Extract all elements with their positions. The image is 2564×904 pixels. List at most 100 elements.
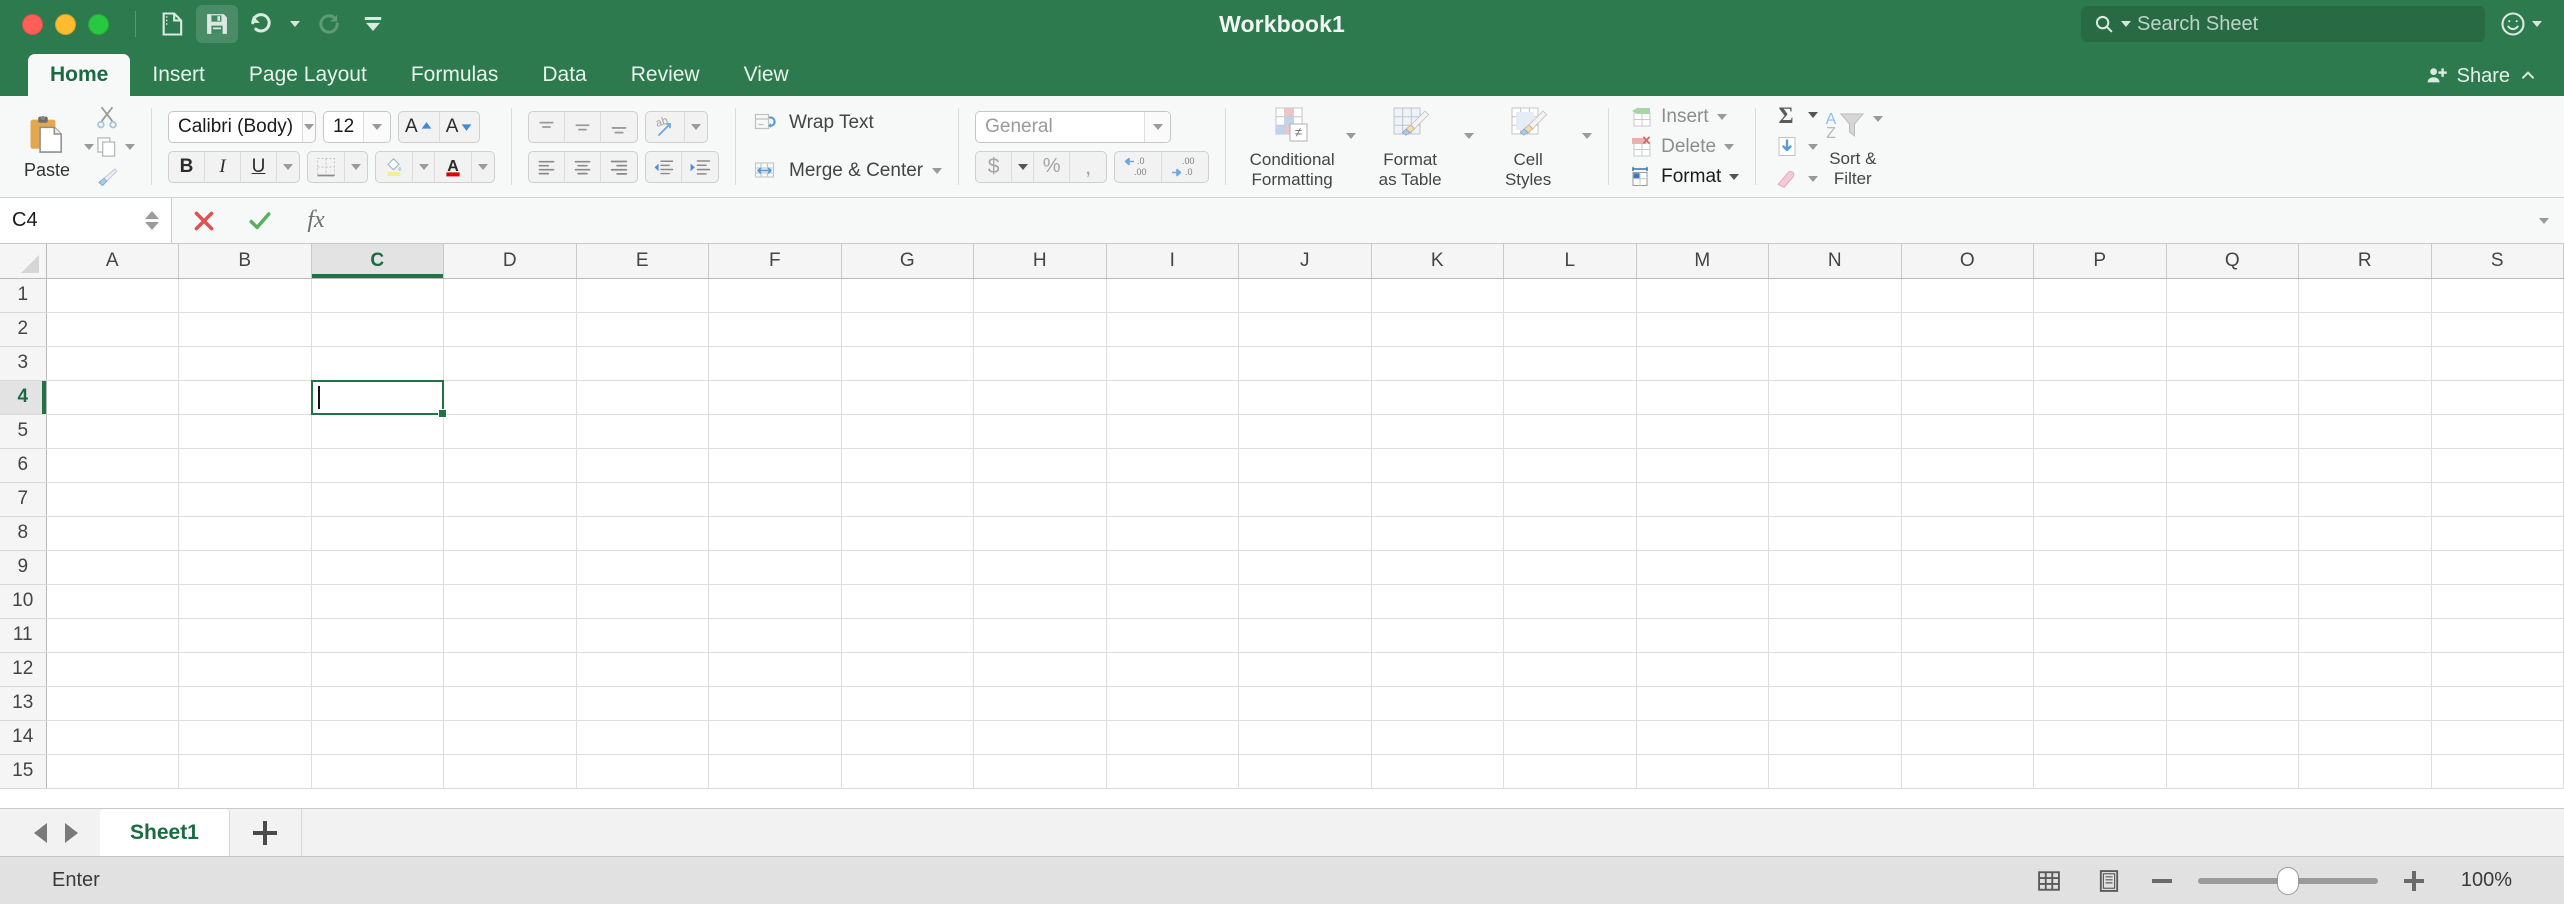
- cell-C15[interactable]: [311, 754, 444, 789]
- cell-N1[interactable]: [1768, 278, 1902, 313]
- cell-E4[interactable]: [576, 380, 709, 415]
- cell-S9[interactable]: [2431, 550, 2564, 585]
- cell-J14[interactable]: [1238, 720, 1372, 755]
- cell-P4[interactable]: [2033, 380, 2167, 415]
- feedback-chevron-down-icon[interactable]: [2532, 21, 2542, 27]
- middle-align-button[interactable]: [565, 111, 601, 142]
- cell-K14[interactable]: [1371, 720, 1504, 755]
- cell-F3[interactable]: [708, 346, 842, 381]
- cell-P1[interactable]: [2033, 278, 2167, 313]
- fill-dropdown-icon[interactable]: [1808, 143, 1819, 150]
- cell-G15[interactable]: [841, 754, 974, 789]
- format-painter-button[interactable]: [94, 164, 135, 190]
- cell-K4[interactable]: [1371, 380, 1504, 415]
- row-header-14[interactable]: 14: [0, 720, 47, 755]
- delete-cells-button[interactable]: Delete: [1625, 133, 1739, 161]
- cell-G11[interactable]: [841, 618, 974, 653]
- cell-I7[interactable]: [1106, 482, 1239, 517]
- cell-F4[interactable]: [708, 380, 842, 415]
- cell-F8[interactable]: [708, 516, 842, 551]
- format-cells-button[interactable]: Format: [1625, 163, 1740, 191]
- cell-R3[interactable]: [2298, 346, 2432, 381]
- spreadsheet-grid[interactable]: ABCDEFGHIJKLMNOPQRS 1 2 3 4 5 6 7 8 9 10 11 12 13 14 1…: [0, 244, 2564, 808]
- format-cells-dropdown-icon[interactable]: [1729, 173, 1740, 180]
- cell-G9[interactable]: [841, 550, 974, 585]
- cell-R14[interactable]: [2298, 720, 2432, 755]
- cell-M10[interactable]: [1636, 584, 1769, 619]
- cell-M1[interactable]: [1636, 278, 1769, 313]
- cell-Q14[interactable]: [2166, 720, 2299, 755]
- column-header-o[interactable]: O: [1901, 244, 2034, 279]
- cell-R7[interactable]: [2298, 482, 2432, 517]
- sort-filter-button[interactable]: A Z Sort & Filter: [1822, 105, 1884, 188]
- cell-F2[interactable]: [708, 312, 842, 347]
- top-align-button[interactable]: [529, 111, 565, 142]
- cell-N4[interactable]: [1768, 380, 1902, 415]
- font-size-input[interactable]: 12: [323, 110, 391, 143]
- cell-P13[interactable]: [2033, 686, 2167, 721]
- cell-P10[interactable]: [2033, 584, 2167, 619]
- tab-home[interactable]: Home: [28, 54, 131, 96]
- cell-C6[interactable]: [311, 448, 444, 483]
- orientation-button[interactable]: ab: [646, 111, 685, 142]
- cell-L3[interactable]: [1503, 346, 1637, 381]
- cell-S1[interactable]: [2431, 278, 2564, 313]
- cell-B14[interactable]: [178, 720, 312, 755]
- cell-O13[interactable]: [1901, 686, 2034, 721]
- cell-J6[interactable]: [1238, 448, 1372, 483]
- cell-H1[interactable]: [973, 278, 1107, 313]
- cell-M11[interactable]: [1636, 618, 1769, 653]
- tab-data[interactable]: Data: [520, 54, 608, 96]
- cell-C11[interactable]: [311, 618, 444, 653]
- cell-E11[interactable]: [576, 618, 709, 653]
- chevron-up-icon[interactable]: [145, 211, 159, 219]
- conditional-formatting-dropdown-icon[interactable]: [1346, 132, 1357, 139]
- cell-O12[interactable]: [1901, 652, 2034, 687]
- cell-S5[interactable]: [2431, 414, 2564, 449]
- percent-format-button[interactable]: %: [1034, 151, 1071, 182]
- cell-N12[interactable]: [1768, 652, 1902, 687]
- normal-view-button[interactable]: [2032, 864, 2066, 898]
- cell-O15[interactable]: [1901, 754, 2034, 789]
- formula-input[interactable]: [357, 198, 2524, 243]
- italic-button[interactable]: I: [205, 151, 241, 182]
- cell-S6[interactable]: [2431, 448, 2564, 483]
- cell-L11[interactable]: [1503, 618, 1637, 653]
- cell-D6[interactable]: [443, 448, 577, 483]
- undo-dropdown-icon[interactable]: [284, 5, 306, 43]
- row-header-13[interactable]: 13: [0, 686, 47, 721]
- column-header-b[interactable]: B: [178, 244, 312, 279]
- column-header-k[interactable]: K: [1371, 244, 1504, 279]
- cell-M13[interactable]: [1636, 686, 1769, 721]
- cell-E2[interactable]: [576, 312, 709, 347]
- next-sheet-icon[interactable]: [65, 822, 78, 843]
- column-header-a[interactable]: A: [46, 244, 179, 279]
- cell-J4[interactable]: [1238, 380, 1372, 415]
- cell-Q6[interactable]: [2166, 448, 2299, 483]
- copy-button[interactable]: [94, 134, 135, 160]
- font-family-chevron-down-icon[interactable]: [302, 111, 315, 142]
- conditional-formatting-button[interactable]: ≠ Conditional Formatting: [1242, 104, 1342, 189]
- cell-P6[interactable]: [2033, 448, 2167, 483]
- cell-H12[interactable]: [973, 652, 1107, 687]
- cell-Q7[interactable]: [2166, 482, 2299, 517]
- column-header-r[interactable]: R: [2298, 244, 2432, 279]
- cell-A4[interactable]: [46, 380, 179, 415]
- cell-N14[interactable]: [1768, 720, 1902, 755]
- search-input[interactable]: Search Sheet: [2081, 6, 2485, 42]
- cell-I8[interactable]: [1106, 516, 1239, 551]
- cell-G6[interactable]: [841, 448, 974, 483]
- cell-F12[interactable]: [708, 652, 842, 687]
- cell-F10[interactable]: [708, 584, 842, 619]
- cell-O8[interactable]: [1901, 516, 2034, 551]
- delete-cells-dropdown-icon[interactable]: [1724, 143, 1735, 150]
- cell-C1[interactable]: [311, 278, 444, 313]
- cell-O7[interactable]: [1901, 482, 2034, 517]
- cell-M12[interactable]: [1636, 652, 1769, 687]
- cell-E3[interactable]: [576, 346, 709, 381]
- cell-K8[interactable]: [1371, 516, 1504, 551]
- cell-D1[interactable]: [443, 278, 577, 313]
- cell-Q11[interactable]: [2166, 618, 2299, 653]
- cell-Q10[interactable]: [2166, 584, 2299, 619]
- cell-B8[interactable]: [178, 516, 312, 551]
